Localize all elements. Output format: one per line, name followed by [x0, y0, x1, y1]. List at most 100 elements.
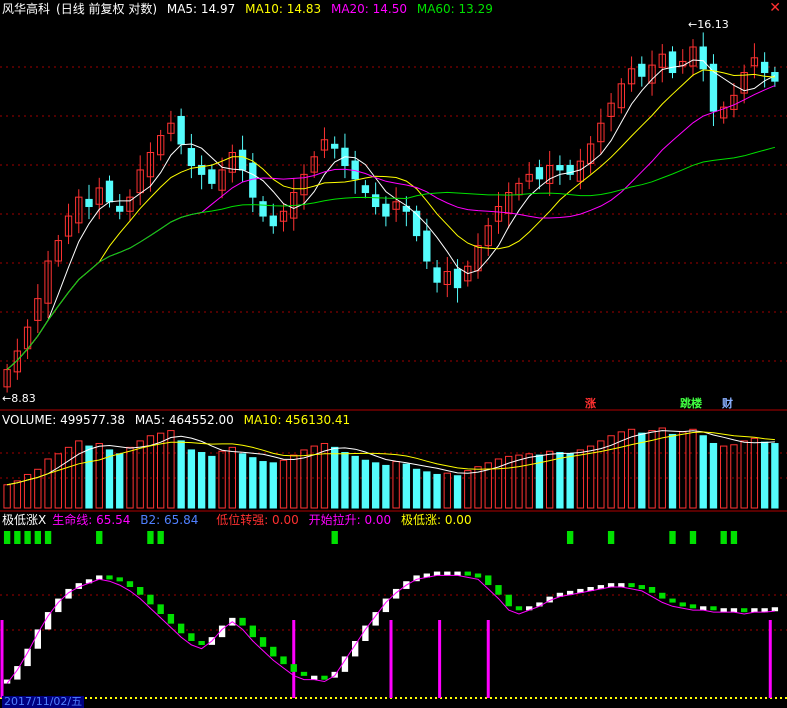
- volume-bar: [576, 449, 585, 509]
- volume-bar: [85, 445, 93, 509]
- volume-ma5: MA5: 464552.00: [134, 413, 234, 427]
- close-icon[interactable]: ✕: [769, 0, 781, 16]
- ma10-line: [6, 69, 775, 370]
- candle-body: [269, 215, 277, 227]
- volume-bar: [75, 440, 83, 509]
- price-panel: [3, 32, 779, 393]
- ma20-label: MA20: 14.50: [330, 2, 408, 16]
- indicator-block: [648, 587, 656, 593]
- volume-bar: [34, 468, 42, 509]
- indicator-block: [628, 583, 635, 588]
- volume-bar: [187, 449, 196, 509]
- candle-body: [638, 63, 646, 77]
- signal-block: [34, 531, 42, 544]
- signal-block: [14, 531, 21, 544]
- stock-chart: [0, 32, 787, 699]
- indicator-block: [740, 608, 748, 613]
- volume-bar: [730, 444, 738, 509]
- event-tag-finance[interactable]: 财: [722, 398, 733, 410]
- volume-bar: [771, 443, 779, 509]
- indicator-block: [771, 607, 779, 612]
- candle-body: [760, 61, 769, 74]
- ma60-line: [6, 146, 776, 370]
- volume-ma10: MA10: 456130.41: [243, 413, 351, 427]
- volume-bar: [638, 432, 646, 509]
- volume-bar: [515, 454, 523, 509]
- low-price-label: ←8.83: [2, 392, 36, 405]
- event-tag-rise[interactable]: 涨: [585, 398, 596, 410]
- candle-body: [331, 143, 339, 149]
- volume-bar: [54, 453, 62, 509]
- volume-bar: [13, 480, 22, 509]
- high-price-label: ←16.13: [688, 18, 729, 31]
- candle-body: [699, 46, 707, 70]
- indicator-block: [126, 581, 134, 587]
- signal-block: [689, 531, 697, 544]
- indicator-block: [249, 625, 256, 638]
- volume-bar: [586, 445, 595, 509]
- volume-bar: [218, 450, 226, 509]
- signal-block: [331, 531, 338, 544]
- indicator-block: [669, 598, 676, 603]
- volume-bar: [331, 446, 339, 509]
- indicator-block: [515, 606, 523, 611]
- volume-bar: [433, 473, 441, 509]
- start-pull-label: 开始拉升: 0.00: [308, 513, 392, 527]
- signal-block: [3, 531, 11, 544]
- volume-bar: [361, 459, 370, 509]
- volume-bar: [197, 452, 206, 509]
- ma60-label: MA60: 13.29: [416, 2, 493, 16]
- indicator-block: [147, 594, 154, 605]
- signal-block: [24, 531, 31, 544]
- indicator-block: [689, 604, 697, 609]
- event-tag-drop[interactable]: 跳楼: [680, 398, 702, 410]
- candle-body: [382, 203, 390, 217]
- volume-bar: [279, 459, 288, 509]
- volume-bar: [382, 464, 390, 509]
- volume-bar: [44, 458, 52, 509]
- volume-bar: [259, 461, 267, 509]
- volume-bar: [658, 427, 666, 509]
- indicator-block: [474, 573, 482, 578]
- indicator-block: [65, 588, 72, 599]
- candle-body: [259, 201, 267, 217]
- volume-panel: [3, 427, 779, 509]
- volume-bar: [412, 468, 421, 509]
- volume-bar: [249, 457, 257, 509]
- volume-bar: [238, 453, 247, 509]
- price-header: 风华高科 (日线 前复权 对数) MA5: 14.97 MA10: 14.83 M…: [2, 2, 499, 16]
- signal-block: [96, 531, 103, 544]
- candle-body: [453, 268, 462, 289]
- indicator-block: [239, 617, 246, 626]
- volume-bar: [402, 463, 411, 509]
- candle-body: [361, 185, 370, 194]
- volume-bar: [648, 430, 656, 509]
- indicator-block: [280, 656, 287, 665]
- indicator-block: [495, 585, 502, 595]
- period-label: (日线 前复权 对数): [56, 2, 158, 16]
- volume-bar: [627, 428, 636, 509]
- candle-body: [556, 165, 564, 171]
- indicator-block: [505, 594, 512, 607]
- indicator-block: [392, 588, 400, 599]
- signal-block: [607, 531, 615, 544]
- indicator-block: [198, 641, 205, 645]
- signal-block: [720, 531, 727, 544]
- volume-bar: [750, 437, 759, 509]
- indicator-block: [188, 633, 195, 641]
- candle-body: [433, 267, 441, 283]
- volume-bar: [105, 449, 114, 509]
- candle-body: [668, 51, 677, 74]
- volume-bar: [607, 435, 615, 509]
- indicator-block: [638, 585, 645, 590]
- volume-bar: [740, 440, 748, 509]
- ma10-label: MA10: 14.83: [245, 2, 322, 16]
- volume-bar: [699, 435, 707, 509]
- volume-bar: [351, 455, 359, 509]
- candle-body: [535, 167, 544, 180]
- signal-block: [147, 531, 154, 544]
- signal-block: [730, 531, 738, 544]
- volume-bar: [423, 471, 431, 509]
- candle-body: [177, 115, 185, 145]
- stock-name: 风华高科: [2, 2, 51, 16]
